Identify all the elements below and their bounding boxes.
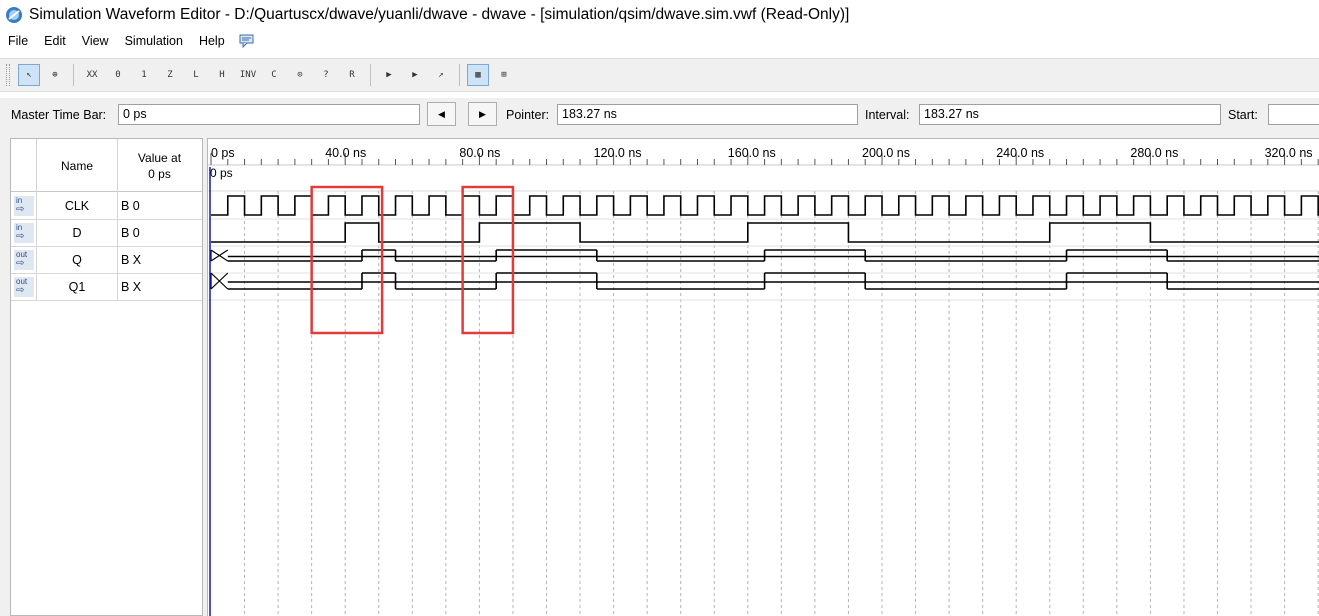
menu-help[interactable]: Help (191, 30, 233, 52)
window-title: Simulation Waveform Editor - D:/Quartusc… (29, 6, 850, 23)
invert-button[interactable]: INV (237, 64, 259, 86)
previous-transition-button[interactable]: ◀ (427, 102, 456, 126)
signal-row[interactable]: in ⇨ D B 0 (11, 220, 202, 247)
main-area: Name Value at 0 ps in ⇨ CLK B 0 in ⇨ D B 0… (0, 132, 1319, 616)
menu-view[interactable]: View (74, 30, 117, 52)
signal-value: B X (121, 280, 142, 294)
signal-row[interactable]: out ⇨ Q1 B X (11, 274, 202, 301)
signal-name: Q (72, 253, 82, 267)
master-time-bar-field[interactable]: 0 ps (118, 104, 420, 125)
signal-name: Q1 (68, 280, 86, 294)
count-value-button[interactable]: C (263, 64, 285, 86)
menu-bar: File Edit View Simulation Help (0, 30, 1319, 52)
output-pin-icon: out ⇨ (14, 277, 34, 297)
input-pin-icon: in ⇨ (14, 196, 34, 216)
menu-simulation[interactable]: Simulation (117, 30, 191, 52)
ruler-label: 0 ps (211, 146, 235, 160)
signal-name: CLK (64, 199, 90, 213)
comment-icon[interactable] (239, 34, 255, 48)
signal-value: B X (121, 253, 142, 267)
start-label: Start: (1228, 108, 1258, 122)
input-pin-icon: in ⇨ (14, 223, 34, 243)
time-bar-row: Master Time Bar: 0 ps ◀ ▶ Pointer: 183.2… (0, 98, 1319, 132)
zoom-tool-button[interactable]: ⊕ (44, 64, 66, 86)
waveform-canvas[interactable]: 0 ps 40.0 ns 80.0 ns 120.0 ns 160.0 ns 200.0 … (208, 139, 1319, 616)
toolbar-separator (73, 64, 74, 86)
toolbar: ↖ ⊕ XX 0 1 Z L H INV C ⊙? R ▶ ▶ ↗ ▦ ⊞ (0, 58, 1319, 92)
clock-button[interactable]: ⊙ (289, 64, 311, 86)
menu-file[interactable]: File (0, 30, 36, 52)
selection-tool-button[interactable]: ↖ (18, 64, 40, 86)
generate-netlist-button[interactable]: ↗ (430, 64, 452, 86)
clk-waveform (211, 195, 1319, 216)
toolbar-grip[interactable] (6, 64, 10, 86)
value-column-header-line1[interactable]: Value at (117, 151, 202, 165)
ruler-label: 240.0 ns (996, 146, 1044, 160)
toolbar-buttons: ↖ ⊕ XX 0 1 Z L H INV C ⊙? R ▶ ▶ ↗ ▦ ⊞ (16, 64, 517, 86)
time-marker-label: 0 ps (210, 166, 233, 180)
name-column-header[interactable]: Name (37, 159, 117, 173)
ruler-label: 40.0 ns (325, 146, 366, 160)
arbitrary-value-button[interactable]: ? (315, 64, 337, 86)
q-unknown-region (210, 249, 229, 262)
annotation-box (310, 185, 384, 335)
quartus-app-icon (6, 7, 22, 23)
pointer-label: Pointer: (506, 108, 550, 122)
value-column-header-line2: 0 ps (148, 167, 171, 181)
q-waveform (227, 249, 1319, 262)
signal-row[interactable]: out ⇨ Q B X (11, 247, 202, 274)
uninitialized-button[interactable]: XX (81, 64, 103, 86)
forcing-low-button[interactable]: 0 (107, 64, 129, 86)
ruler-label: 160.0 ns (728, 146, 776, 160)
signal-value: B 0 (121, 199, 140, 213)
waveform-panel[interactable]: 0 ps 40.0 ns 80.0 ns 120.0 ns 160.0 ns 200.0 … (207, 138, 1319, 616)
ruler-label: 200.0 ns (862, 146, 910, 160)
annotation-box (461, 185, 515, 335)
ruler-label: 280.0 ns (1130, 146, 1178, 160)
ruler-label: 320.0 ns (1265, 146, 1313, 160)
forcing-high-button[interactable]: 1 (133, 64, 155, 86)
d-waveform (211, 222, 1319, 243)
output-pin-icon: out ⇨ (14, 250, 34, 270)
interval-label: Interval: (865, 108, 910, 122)
weak-high-button[interactable]: H (211, 64, 233, 86)
toolbar-separator (370, 64, 371, 86)
menu-edit[interactable]: Edit (36, 30, 74, 52)
ruler-label: 80.0 ns (459, 146, 500, 160)
title-bar: Simulation Waveform Editor - D:/Quartusc… (0, 0, 1319, 30)
triangle-right-icon: ▶ (479, 108, 486, 119)
signal-value: B 0 (121, 226, 140, 240)
interval-field[interactable]: 183.27 ns (919, 104, 1221, 125)
q1-waveform (227, 272, 1319, 290)
run-timing-simulation-button[interactable]: ▶ (404, 64, 426, 86)
high-impedance-button[interactable]: Z (159, 64, 181, 86)
signal-name: D (72, 226, 82, 240)
signal-list-header: Name Value at 0 ps (11, 139, 202, 192)
waveform-compare-button[interactable]: ▦ (467, 64, 489, 86)
weak-low-button[interactable]: L (185, 64, 207, 86)
random-value-button[interactable]: R (341, 64, 363, 86)
signal-list-panel: Name Value at 0 ps in ⇨ CLK B 0 in ⇨ D B 0… (10, 138, 203, 616)
pointer-field[interactable]: 183.27 ns (557, 104, 858, 125)
triangle-left-icon: ◀ (438, 108, 445, 119)
signal-row[interactable]: in ⇨ CLK B 0 (11, 193, 202, 220)
next-transition-button[interactable]: ▶ (468, 102, 497, 126)
grid-snap-button[interactable]: ⊞ (493, 64, 515, 86)
start-field[interactable] (1268, 104, 1319, 125)
run-functional-simulation-button[interactable]: ▶ (378, 64, 400, 86)
master-time-bar-label: Master Time Bar: (11, 108, 107, 122)
toolbar-separator (459, 64, 460, 86)
q1-unknown-region (210, 272, 229, 290)
ruler-label: 120.0 ns (594, 146, 642, 160)
